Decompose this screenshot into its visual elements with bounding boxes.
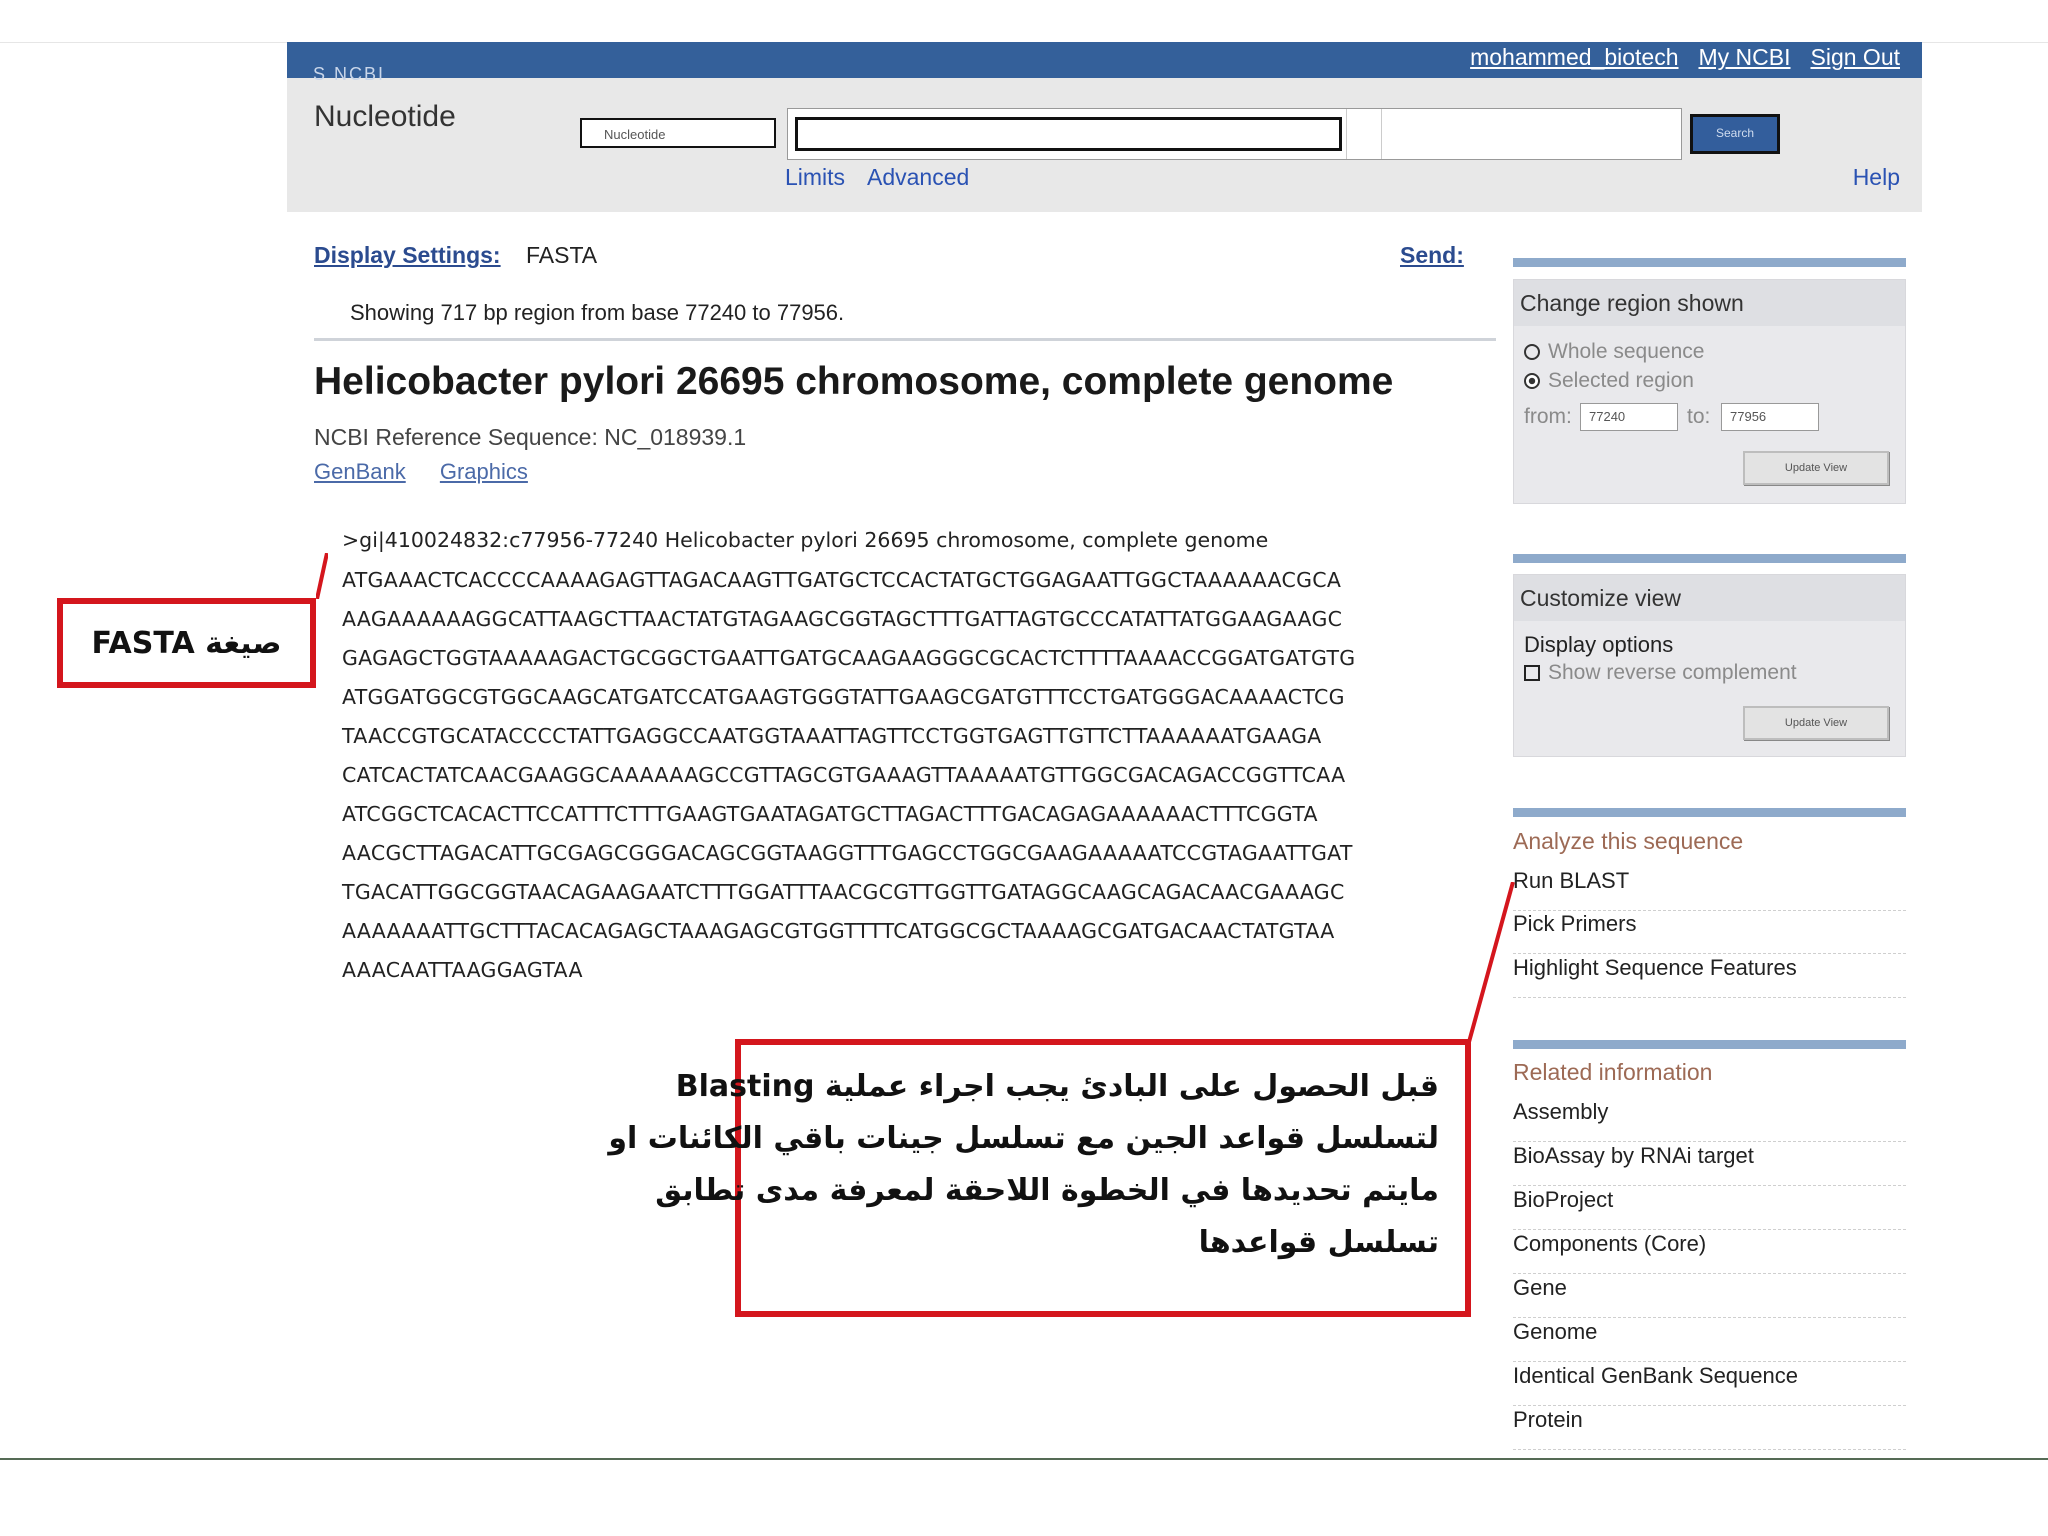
database-name: Nucleotide <box>314 100 456 133</box>
search-button[interactable]: Search <box>1690 114 1780 154</box>
sequence-line: ATGAAACTCACCCCAAAAGAGTTAGACAAGTTGATGCTCC… <box>342 568 1342 592</box>
from-input[interactable]: 77240 <box>1580 403 1678 431</box>
current-format: FASTA <box>526 242 598 268</box>
related-link[interactable]: Genome <box>1513 1319 1906 1362</box>
fasta-sequence: >gi|410024832:c77956-77240 Helicobacter … <box>342 528 1355 997</box>
help-link[interactable]: Help <box>1853 164 1900 191</box>
selected-region-radio[interactable]: Selected region <box>1524 369 1694 393</box>
update-view-button[interactable]: Update View <box>1743 706 1889 740</box>
related-link[interactable]: BioProject <box>1513 1187 1906 1230</box>
sidebar-divider <box>1513 258 1906 267</box>
region-summary: Showing 717 bp region from base 77240 to… <box>350 300 845 325</box>
view-links: GenBank Graphics <box>314 459 556 485</box>
analyze-heading: Analyze this sequence <box>1513 828 1744 854</box>
sequence-line: CATCACTATCAACGAAGGCAAAAAAGCCGTTAGCGTGAAA… <box>342 763 1346 787</box>
fasta-header: >gi|410024832:c77956-77240 Helicobacter … <box>342 528 1269 552</box>
annotation-line: تسلسل قواعدها <box>1198 1225 1439 1260</box>
sequence-line: AAAAAAATTGCTTTACACAGAGCTAAAGAGCGTGGTTTTC… <box>342 919 1335 943</box>
ncbi-logo[interactable]: S NCBI <box>313 64 385 85</box>
reverse-complement-checkbox[interactable]: Show reverse complement <box>1524 661 1797 685</box>
annotation-line: لتسلسل قواعد الجين مع تسلسل جينات باقي ا… <box>608 1121 1439 1156</box>
graphics-link[interactable]: Graphics <box>440 459 528 484</box>
sidebar-divider <box>1513 1040 1906 1049</box>
display-options-label: Display options <box>1524 632 1674 657</box>
radio-checked-icon <box>1524 373 1540 389</box>
genbank-link[interactable]: GenBank <box>314 459 406 484</box>
related-link[interactable]: Assembly <box>1513 1099 1906 1142</box>
header-bar: S NCBI mohammed_biotech My NCBI Sign Out <box>287 42 1922 84</box>
related-link[interactable]: Identical GenBank Sequence <box>1513 1363 1906 1406</box>
highlight-features-link[interactable]: Highlight Sequence Features <box>1513 955 1906 998</box>
radio-label: Whole sequence <box>1548 340 1705 363</box>
divider <box>314 338 1496 341</box>
run-blast-link[interactable]: Run BLAST <box>1513 868 1906 911</box>
update-view-button[interactable]: Update View <box>1743 451 1889 485</box>
reference-sequence: NCBI Reference Sequence: NC_018939.1 <box>314 424 747 450</box>
sequence-line: AACGCTTAGACATTGCGAGCGGGACAGCGGTAAGGTTTGA… <box>342 841 1353 865</box>
to-label: to: <box>1687 405 1711 428</box>
checkbox-icon <box>1524 665 1540 681</box>
send-link[interactable]: Send: <box>1400 242 1464 269</box>
sequence-line: ATCGGCTCACACTTCCATTTCTTTGAAGTGAATAGATGCT… <box>342 802 1318 826</box>
blast-pointer-line <box>1467 882 1515 1042</box>
search-clear-area <box>1346 109 1382 159</box>
blast-annotation: قبل الحصول على البادئ يجب اجراء عملية Bl… <box>608 1039 1471 1317</box>
search-box <box>787 108 1682 160</box>
advanced-link[interactable]: Advanced <box>867 164 969 191</box>
fasta-annotation: صيغة FASTA <box>57 598 316 688</box>
annotation-line: قبل الحصول على البادئ يجب اجراء عملية Bl… <box>675 1069 1439 1104</box>
from-label: from: <box>1524 405 1572 428</box>
user-links: mohammed_biotech My NCBI Sign Out <box>1470 44 1900 71</box>
related-heading: Related information <box>1513 1059 1713 1085</box>
my-ncbi-link[interactable]: My NCBI <box>1699 44 1791 71</box>
sequence-line: AAACAATTAAGGAGTAA <box>342 958 583 982</box>
related-link[interactable]: Components (Core) <box>1513 1231 1906 1274</box>
ncbi-header: S NCBI mohammed_biotech My NCBI Sign Out… <box>287 42 1922 212</box>
radio-label: Selected region <box>1548 369 1694 392</box>
pick-primers-link[interactable]: Pick Primers <box>1513 911 1906 954</box>
sequence-line: AAGAAAAAAGGCATTAAGCTTAACTATGTAGAAGCGGTAG… <box>342 607 1343 631</box>
related-link[interactable]: Gene <box>1513 1275 1906 1318</box>
sequence-line: TAACCGTGCATACCCCTATTGAGGCCAATGGTAAATTAGT… <box>342 724 1322 748</box>
panel-heading: Customize view <box>1514 575 1905 621</box>
to-input[interactable]: 77956 <box>1721 403 1819 431</box>
annotation-line: مايتم تحديدها في الخطوة اللاحقة لمعرفة م… <box>655 1173 1439 1208</box>
display-settings-link[interactable]: Display Settings: <box>314 242 501 269</box>
panel-heading: Change region shown <box>1514 280 1905 326</box>
whole-sequence-radio[interactable]: Whole sequence <box>1524 340 1704 364</box>
database-select[interactable]: Nucleotide <box>580 118 776 148</box>
search-input[interactable] <box>795 117 1342 151</box>
sequence-line: ATGGATGGCGTGGCAAGCATGATCCATGAAGTGGGTATTG… <box>342 685 1345 709</box>
sequence-line: GAGAGCTGGTAAAAAGACTGCGGCTGAATTGATGCAAGAA… <box>342 646 1356 670</box>
radio-unchecked-icon <box>1524 344 1540 360</box>
sequence-line: TGACATTGGCGGTAACAGAAGAATCTTTGGATTTAACGCG… <box>342 880 1345 904</box>
username-link[interactable]: mohammed_biotech <box>1470 44 1678 71</box>
page-title: Helicobacter pylori 26695 chromosome, co… <box>314 360 1394 403</box>
sidebar-divider <box>1513 554 1906 563</box>
sign-out-link[interactable]: Sign Out <box>1811 44 1901 71</box>
limits-link[interactable]: Limits <box>785 164 845 191</box>
checkbox-label: Show reverse complement <box>1548 661 1797 684</box>
sidebar-divider <box>1513 808 1906 817</box>
fasta-pointer-line <box>316 553 328 599</box>
bottom-divider <box>0 1458 2048 1460</box>
related-link[interactable]: BioAssay by RNAi target <box>1513 1143 1906 1186</box>
related-link[interactable]: Protein <box>1513 1407 1906 1450</box>
